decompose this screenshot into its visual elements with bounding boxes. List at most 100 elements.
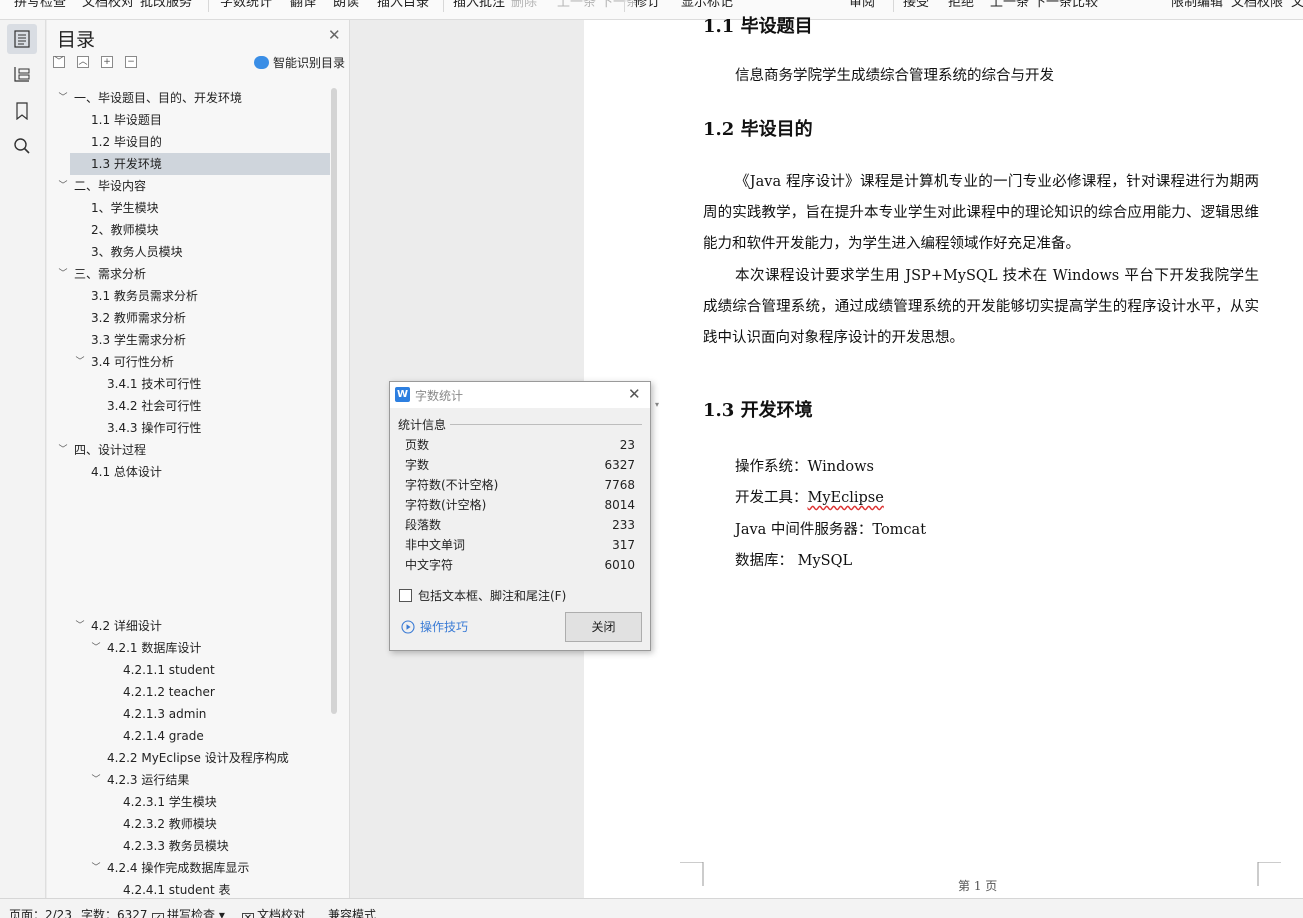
toc-item[interactable]: 4.2.3.3 教务员模块 xyxy=(57,835,331,857)
toc-item[interactable]: ﹀ 三、需求分析 xyxy=(57,263,331,285)
toolbar-word-count[interactable]: 字数统计 xyxy=(220,0,272,10)
toc-item[interactable]: 4.2.1.3 admin xyxy=(57,703,331,725)
toc-item[interactable]: 3.4.2 社会可行性 xyxy=(57,395,331,417)
bookmark-icon[interactable] xyxy=(7,96,37,126)
close-button[interactable]: 关闭 xyxy=(565,612,642,642)
status-page[interactable]: 页面：2/23 xyxy=(9,906,72,918)
toolbar-accept[interactable]: 接受 xyxy=(903,0,929,10)
toc-item[interactable]: 4.2.4.1 student 表 xyxy=(57,879,331,898)
outline-title: 目录 xyxy=(57,29,96,51)
toc-item[interactable]: 3.3 学生需求分析 xyxy=(57,329,331,351)
ai-icon xyxy=(254,56,269,69)
toc-item[interactable]: ﹀ 4.2.1 数据库设计 xyxy=(57,637,331,659)
add-heading-icon[interactable]: + xyxy=(101,56,113,68)
toolbar-next-change[interactable]: 下一条 xyxy=(1033,0,1072,10)
stat-row: 页数 23 xyxy=(405,438,635,452)
toc-item[interactable]: 4.1 总体设计 xyxy=(57,461,331,483)
toolbar-insert-toc[interactable]: 插入目录 xyxy=(377,0,429,10)
collapse-all-icon[interactable]: ﹀ xyxy=(53,56,65,68)
toc-item[interactable]: 4.2.1.4 grade xyxy=(57,725,331,747)
toc-item[interactable]: 3.4.3 操作可行性 xyxy=(57,417,331,439)
toc-item[interactable]: 4.2.1.1 student xyxy=(57,659,331,681)
toc-item[interactable]: 3.1 教务员需求分析 xyxy=(57,285,331,307)
checkbox-label: 包括文本框、脚注和尾注(F) xyxy=(418,589,567,603)
toc-item[interactable]: 3、教务人员模块 xyxy=(57,241,331,263)
toc-item-selected[interactable]: 1.3 开发环境 xyxy=(70,153,330,175)
page-number: 第 1 页 xyxy=(958,879,998,893)
search-icon[interactable] xyxy=(7,131,37,161)
toolbar-reject[interactable]: 拒绝 xyxy=(948,0,974,10)
toolbar-doc-permission[interactable]: 文档权限 xyxy=(1231,0,1283,10)
status-spellcheck[interactable]: ✓拼写检查 ▾ xyxy=(152,906,225,918)
include-textbox-checkbox[interactable]: 包括文本框、脚注和尾注(F) xyxy=(399,587,566,604)
toolbar-read-aloud[interactable]: 朗读 xyxy=(333,0,359,10)
smart-toc-button[interactable]: 智能识别目录 xyxy=(254,54,345,71)
status-bar: 页面：2/23 字数：6327 ✓拼写检查 ▾ ✕文档校对 兼容模式 xyxy=(0,898,1303,918)
checkbox-box[interactable] xyxy=(399,589,412,602)
close-icon[interactable]: ✕ xyxy=(328,26,341,44)
toolbar-restrict-edit[interactable]: 限制编辑 xyxy=(1171,0,1223,10)
chevron-down-icon[interactable]: ﹀ xyxy=(90,769,102,791)
toc-item[interactable]: 4.2.3.2 教师模块 xyxy=(57,813,331,835)
toolbar-spellcheck[interactable]: 拼写检查 xyxy=(14,0,66,10)
dialog-titlebar[interactable]: W 字数统计 ✕ xyxy=(390,382,650,408)
outline-scrollbar[interactable] xyxy=(331,88,337,714)
heading-1-2: 1.2 毕设目的 xyxy=(703,119,813,140)
expand-all-icon[interactable]: ︿ xyxy=(77,56,89,68)
heading-1-1: 1.1 毕设题目 xyxy=(703,16,813,37)
chevron-down-icon[interactable]: ﹀ xyxy=(74,351,86,373)
toc-item[interactable]: 4.2.2 MyEclipse 设计及程序构成 xyxy=(57,747,331,769)
toc-item[interactable]: 3.2 教师需求分析 xyxy=(57,307,331,329)
toc-item[interactable]: ﹀ 4.2.3 运行结果 xyxy=(57,769,331,791)
toc-item[interactable]: ﹀ 3.4 可行性分析 xyxy=(57,351,331,373)
toolbar-prev[interactable]: 上一条 xyxy=(557,0,596,10)
toc-item[interactable]: 1、学生模块 xyxy=(57,197,331,219)
chevron-down-icon[interactable]: ﹀ xyxy=(74,615,86,637)
divider xyxy=(450,424,642,425)
toc-item[interactable]: ﹀ 4.2.4 操作完成数据库显示 xyxy=(57,857,331,879)
stat-row: 段落数 233 xyxy=(405,518,635,532)
chevron-down-icon[interactable]: ﹀ xyxy=(57,263,69,285)
toolbar-translate[interactable]: 翻译 xyxy=(290,0,316,10)
toc-item[interactable]: ﹀ 二、毕设内容 xyxy=(57,175,331,197)
word-count-dialog: W 字数统计 ✕ 统计信息 页数 23 字数 6327 字符数(不计空格) 7768 … xyxy=(389,381,651,651)
stat-row: 中文字符 6010 xyxy=(405,558,635,572)
chevron-down-icon[interactable]: ﹀ xyxy=(90,637,102,659)
status-word-count[interactable]: 字数：6327 xyxy=(81,906,148,918)
toolbar-delete[interactable]: 删除 xyxy=(511,0,537,10)
toc-item[interactable]: ﹀ 四、设计过程 xyxy=(57,439,331,461)
outline-panel: 目录 ✕ ﹀ ︿ + − 智能识别目录 ﹀ 一、毕设题目、目的、开发环境 1.1 … xyxy=(47,20,350,898)
toc-item[interactable]: 4.2.1.2 teacher xyxy=(57,681,331,703)
toc-item[interactable]: 4.2.3.1 学生模块 xyxy=(57,791,331,813)
toolbar-compare[interactable]: 比较 xyxy=(1072,0,1098,10)
status-proofread[interactable]: ✕文档校对 xyxy=(242,906,305,918)
close-icon[interactable]: ✕ xyxy=(628,385,641,403)
toc-item[interactable]: 3.4.1 技术可行性 xyxy=(57,373,331,395)
remove-heading-icon[interactable]: − xyxy=(125,56,137,68)
toolbar-show-markup[interactable]: 显示标记 xyxy=(681,0,733,10)
toc-item[interactable]: ﹀ 一、毕设题目、目的、开发环境 xyxy=(57,87,331,109)
toc-item[interactable]: ﹀ 4.2 详细设计 xyxy=(57,615,331,637)
toolbar-track-changes[interactable]: 修订 xyxy=(634,0,660,10)
toolbar-prev-change[interactable]: 上一条 xyxy=(990,0,1029,10)
toc-item[interactable]: 2、教师模块 xyxy=(57,219,331,241)
document-page[interactable]: 1.1 毕设题目 信息商务学院学生成绩综合管理系统的综合与开发 1.2 毕设目的… xyxy=(584,16,1303,898)
chevron-down-icon[interactable]: ﹀ xyxy=(57,87,69,109)
chevron-down-icon[interactable]: ﹀ xyxy=(57,175,69,197)
toolbar-insert-comment[interactable]: 插入批注 xyxy=(453,0,505,10)
outline-icon[interactable] xyxy=(7,24,37,54)
stat-row: 字数 6327 xyxy=(405,458,635,472)
toc-item[interactable]: 1.2 毕设目的 xyxy=(57,131,331,153)
chapter-icon[interactable] xyxy=(7,59,37,89)
chevron-down-icon[interactable]: ﹀ xyxy=(57,439,69,461)
chevron-down-icon[interactable]: ﹀ xyxy=(90,857,102,879)
stat-row: 字符数(不计空格) 7768 xyxy=(405,478,635,492)
toolbar-revise-service[interactable]: 批改服务 xyxy=(140,0,192,10)
smart-toc-label: 智能识别目录 xyxy=(273,56,346,70)
tips-link[interactable]: 操作技巧 xyxy=(401,618,468,635)
toc-item[interactable]: 1.1 毕设题目 xyxy=(57,109,331,131)
env-database: 数据库： MySQL xyxy=(735,553,853,569)
toolbar-review[interactable]: 审阅 xyxy=(849,0,875,10)
toolbar-proofread[interactable]: 文档校对 xyxy=(82,0,134,10)
toolbar-overflow[interactable]: 文 xyxy=(1291,0,1303,10)
